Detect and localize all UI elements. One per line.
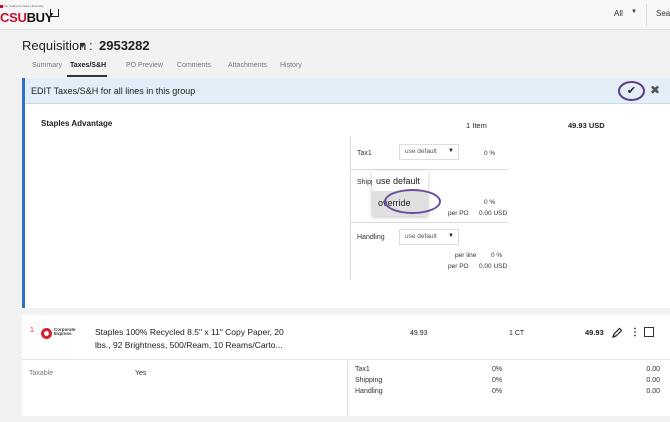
unit-price: 49.93 — [410, 330, 428, 337]
active-tab-indicator — [67, 75, 107, 77]
search-input[interactable]: Sea — [656, 9, 670, 18]
shipping-per-po-value: 0.00 USD — [479, 210, 508, 217]
chevron-down-icon: ▼ — [448, 148, 454, 154]
summary-handling-label: Handling — [355, 388, 383, 395]
summary-shipping-value: 0.00 — [646, 377, 660, 384]
handling-per-line-value: 0 % — [491, 252, 503, 259]
quantity: 1 CT — [509, 330, 525, 337]
requisition-menu-caret[interactable]: ▼ — [78, 40, 87, 50]
tax1-select[interactable]: use default ▼ — [399, 144, 459, 160]
handling-per-po-value: 0.00 USD — [479, 263, 508, 270]
summary-tax1-value: 0.00 — [646, 366, 660, 373]
product-description-link[interactable]: Staples 100% Recycled 8.5" x 11" Copy Pa… — [95, 326, 295, 352]
tab-summary[interactable]: Summary — [32, 62, 62, 69]
divider — [646, 4, 647, 26]
shipping-per-po-label: per PO — [448, 210, 469, 217]
group-total: 49.93 USD — [568, 121, 605, 130]
edit-panel-header: EDIT Taxes/S&H for all lines in this gro… — [25, 78, 670, 104]
chevron-down-icon[interactable]: ▼ — [631, 9, 637, 15]
tab-comments[interactable]: Comments — [177, 62, 211, 69]
shipping-percent: 0 % — [484, 199, 496, 206]
divider — [347, 361, 348, 416]
pencil-icon[interactable] — [611, 327, 623, 339]
requisition-label: Requisition — [22, 38, 87, 53]
handling-per-line-label: per line — [455, 252, 477, 259]
close-icon[interactable]: ✖ — [650, 83, 660, 97]
taxable-value: Yes — [135, 370, 147, 377]
logo-brand: CSUBUY — [0, 10, 53, 25]
handling-select[interactable]: use default ▼ — [399, 229, 459, 245]
shipping-dropdown-menu: use default override — [372, 171, 428, 216]
tax1-label: Tax1 — [357, 150, 372, 157]
item-count: 1 Item — [466, 121, 487, 130]
divider — [351, 222, 509, 223]
vendor-name: Staples Advantage — [41, 119, 113, 128]
dropdown-option-use-default[interactable]: use default — [372, 171, 428, 191]
top-bar: The California State University CSUBUY A… — [0, 0, 670, 30]
summary-handling-value: 0.00 — [646, 388, 660, 395]
divider — [351, 169, 509, 170]
tab-history[interactable]: History — [280, 62, 302, 69]
taxable-label: Taxable — [29, 370, 54, 377]
handling-per-po-label: per PO — [448, 263, 469, 270]
chevron-down-icon: ▼ — [448, 233, 454, 239]
handling-label: Handling — [357, 234, 385, 241]
cart-icon — [50, 9, 59, 17]
handling-select-value: use default — [405, 233, 437, 240]
summary-tax1-label: Tax1 — [355, 366, 370, 373]
extended-price: 49.93 — [585, 328, 604, 337]
logo-brand-prefix: CSU — [0, 10, 27, 25]
summary-tax1-percent: 0% — [492, 366, 503, 373]
save-checkmark-button[interactable]: ✔ — [618, 81, 645, 101]
summary-shipping-percent: 0% — [492, 377, 503, 384]
tax1-percent: 0 % — [484, 150, 496, 157]
requisition-number: 2953282 — [99, 38, 150, 53]
logo-subtitle: The California State University — [3, 4, 44, 8]
tab-taxes-sh[interactable]: Taxes/S&H — [70, 62, 106, 69]
supplier-logo-text: Corporate Express — [54, 327, 76, 336]
tax1-select-value: use default — [405, 148, 437, 155]
more-options-icon[interactable]: ⋮ — [630, 327, 640, 338]
line-number: 1 — [30, 327, 34, 334]
tab-attachments[interactable]: Attachments — [228, 62, 267, 69]
edit-taxes-panel: EDIT Taxes/S&H for all lines in this gro… — [22, 78, 670, 308]
supplier-logo: Corporate Express — [41, 327, 81, 341]
edit-panel-title: EDIT Taxes/S&H for all lines in this gro… — [31, 86, 196, 96]
supplier-logo-mark — [41, 328, 52, 339]
summary-handling-percent: 0% — [492, 388, 503, 395]
line-item-card: 1 Corporate Express Staples 100% Recycle… — [22, 315, 670, 416]
summary-shipping-label: Shipping — [355, 377, 383, 384]
divider — [22, 359, 670, 360]
dropdown-option-override[interactable]: override — [372, 191, 428, 216]
line-select-checkbox[interactable] — [644, 327, 654, 337]
tab-po-preview[interactable]: PO Preview — [126, 62, 163, 69]
search-scope-select[interactable]: All — [614, 9, 623, 18]
requisition-colon: : — [89, 38, 93, 53]
